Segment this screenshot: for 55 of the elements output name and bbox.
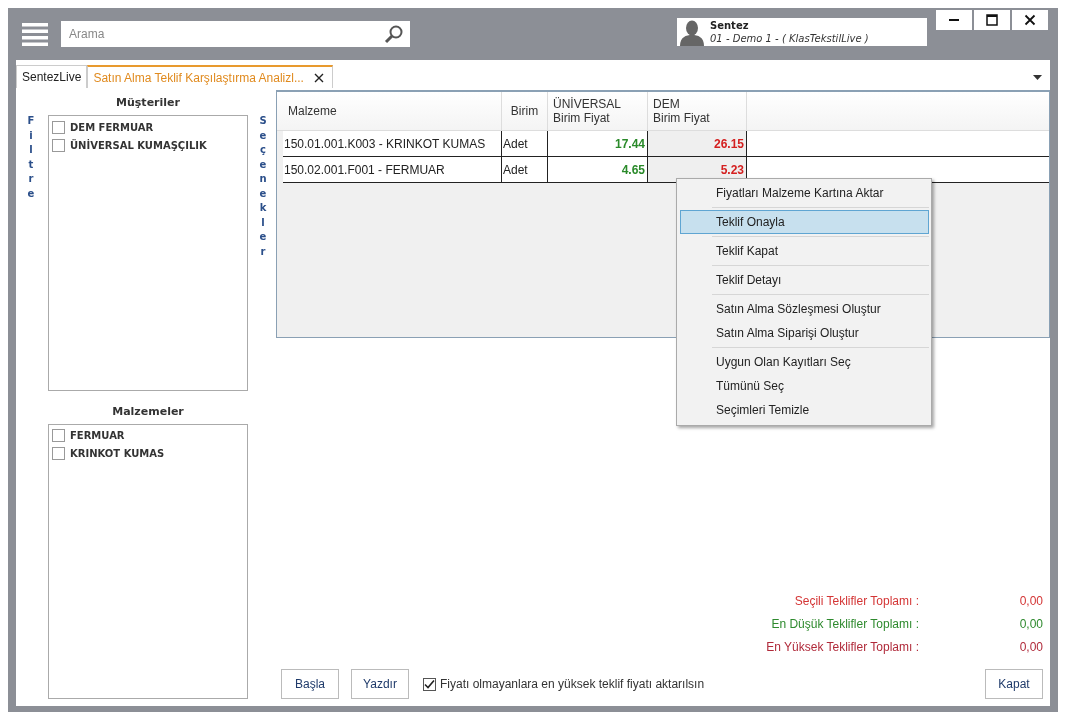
list-title: Malzemeler bbox=[111, 403, 185, 420]
user-name: Sentez bbox=[710, 19, 750, 32]
menu-icon[interactable] bbox=[22, 22, 48, 46]
close-button[interactable]: Kapat bbox=[985, 669, 1043, 699]
filter-label[interactable]: Filtre bbox=[26, 114, 36, 201]
minimize-icon bbox=[949, 19, 959, 21]
menu-item[interactable]: Seçimleri Temizle bbox=[680, 398, 929, 422]
maximize-button[interactable] bbox=[974, 10, 1010, 30]
table-cell: Adet bbox=[502, 131, 548, 156]
total-label: En Düşük Teklifler Toplamı : bbox=[771, 616, 919, 631]
close-icon[interactable] bbox=[313, 72, 324, 83]
table-cell: 26.15 bbox=[648, 131, 747, 156]
menu-item[interactable]: Uygun Olan Kayıtları Seç bbox=[680, 350, 929, 374]
menu-item[interactable]: Teklif Detayı bbox=[680, 268, 929, 292]
caret-icon[interactable] bbox=[1033, 75, 1042, 80]
list-item[interactable]: ÜNİVERSAL KUMAŞÇILIK bbox=[70, 139, 207, 151]
maximize-icon bbox=[986, 14, 998, 26]
column-header[interactable]: DEM Birim Fiyat bbox=[648, 92, 747, 130]
print-button[interactable]: Yazdır bbox=[351, 669, 409, 699]
minimize-button[interactable] bbox=[936, 10, 972, 30]
total-value: 0,00 bbox=[1018, 639, 1043, 654]
checkbox[interactable] bbox=[423, 677, 436, 691]
start-button[interactable]: Başla bbox=[281, 669, 339, 699]
column-header[interactable]: Birim bbox=[502, 92, 548, 130]
list-item[interactable]: KRINKOT KUMAS bbox=[70, 448, 165, 459]
company-name: 01 - Demo 1 - ( KlasTekstilLive ) bbox=[710, 32, 869, 45]
total-value: 0,00 bbox=[1018, 616, 1043, 631]
checkbox[interactable] bbox=[52, 120, 65, 134]
list-item[interactable]: DEM FERMUAR bbox=[70, 121, 154, 133]
menu-item[interactable]: Tümünü Seç bbox=[680, 374, 929, 398]
column-header[interactable]: Malzeme bbox=[283, 92, 502, 130]
menu-item[interactable]: Fiyatları Malzeme Kartına Aktar bbox=[680, 181, 929, 205]
total-label: Seçili Teklifler Toplamı : bbox=[794, 593, 919, 608]
list-item[interactable]: FERMUAR bbox=[70, 430, 125, 441]
checkbox[interactable] bbox=[52, 447, 65, 460]
menu-item[interactable]: Teklif Kapat bbox=[680, 239, 929, 263]
menu-item[interactable]: Teklif Onayla bbox=[680, 210, 929, 234]
table-cell: 150.02.001.F001 - FERMUAR bbox=[283, 157, 502, 182]
column-header[interactable]: ÜNİVERSAL Birim Fiyat bbox=[548, 92, 648, 130]
table-cell: Adet bbox=[502, 157, 548, 182]
menu-item[interactable]: Satın Alma Siparişi Oluştur bbox=[680, 321, 929, 345]
search-field[interactable]: Arama bbox=[61, 21, 410, 47]
table-cell: 150.01.001.K003 - KRINKOT KUMAS bbox=[283, 131, 502, 156]
user-icon bbox=[680, 20, 704, 46]
menu-item[interactable]: Satın Alma Sözleşmesi Oluştur bbox=[680, 297, 929, 321]
close-icon bbox=[1024, 14, 1036, 26]
total-value: 0,00 bbox=[1018, 593, 1043, 608]
checkbox[interactable] bbox=[52, 138, 65, 152]
search-icon[interactable] bbox=[384, 24, 404, 44]
checkbox-label[interactable]: Fiyatı olmayanlara en yüksek teklif fiyatı aktarılsın bbox=[440, 677, 705, 691]
options-label[interactable]: Seçenekler bbox=[258, 114, 268, 259]
total-label: En Yüksek Teklifler Toplamı : bbox=[766, 639, 919, 654]
close-button[interactable] bbox=[1012, 10, 1048, 30]
checkbox[interactable] bbox=[52, 429, 65, 442]
list-title: Müşteriler bbox=[115, 95, 181, 111]
